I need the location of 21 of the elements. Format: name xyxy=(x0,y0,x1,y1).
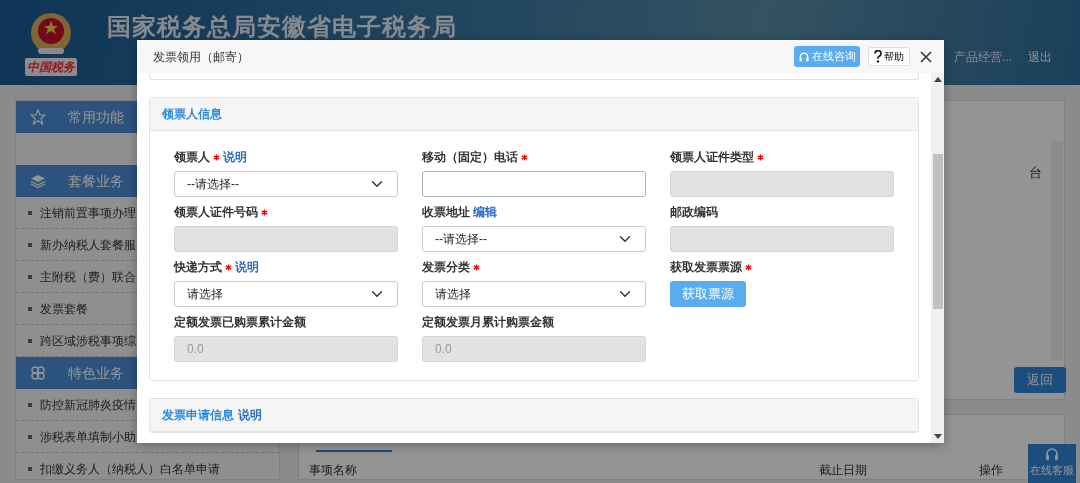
field-label: 发票分类 xyxy=(422,259,470,276)
field-label: 定额发票已购票累计金额 xyxy=(174,314,306,331)
site-title: 国家税务总局安徽省电子税务局 xyxy=(107,14,457,41)
field-label: 定额发票月累计购票金额 xyxy=(422,314,554,331)
field-label: 领票人 xyxy=(174,149,210,166)
user-name: 产品经营... xyxy=(954,49,1012,66)
dialog-title: 发票领用（邮寄） xyxy=(153,48,249,66)
section-title: 领票人信息 xyxy=(162,106,222,123)
column-header: 截止日期 xyxy=(819,462,867,479)
field-label: 领票人证件类型 xyxy=(670,149,754,166)
field-label: 领票人证件号码 xyxy=(174,204,258,221)
column-header: 操作 xyxy=(979,462,1003,479)
emblem-caption: 中国税务 xyxy=(25,58,77,76)
field-label: 获取发票票源 xyxy=(670,259,742,276)
field-label: 移动（固定）电话 xyxy=(422,149,518,166)
column-header: 事项名称 xyxy=(309,462,357,479)
field-label: 邮政编码 xyxy=(670,204,718,221)
section-title: 发票申请信息 xyxy=(162,407,234,424)
field-label: 收票地址 xyxy=(422,204,470,221)
field-label: 快递方式 xyxy=(174,259,222,276)
panel-text: 台 xyxy=(1029,164,1042,182)
